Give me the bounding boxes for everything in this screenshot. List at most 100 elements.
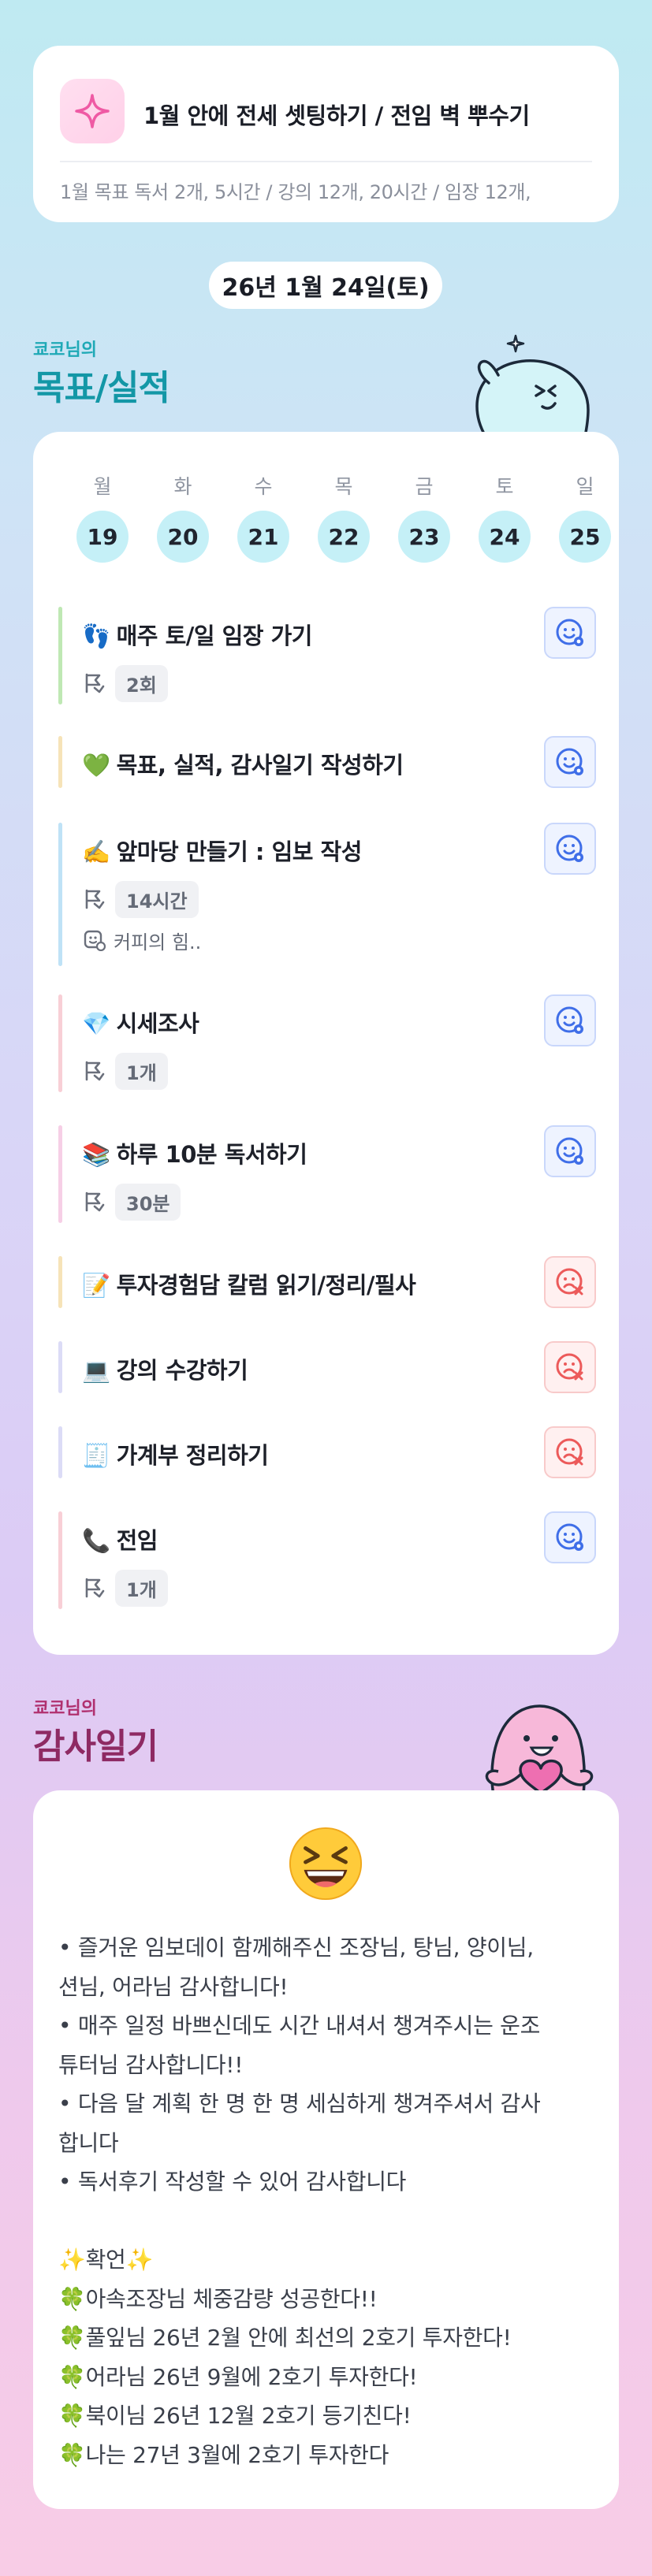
goal-result: 1개 (82, 1053, 168, 1090)
gratitude-line: 합니다 (58, 2129, 119, 2156)
flag-check-icon (82, 887, 106, 913)
date-24[interactable]: 24 (479, 511, 531, 563)
goal-memo: 커피의 힘.. (82, 927, 201, 954)
goal-item[interactable]: 💎 시세조사 1개 (58, 994, 596, 1092)
result-chip: 14시간 (115, 881, 199, 918)
goal-label: 하루 10분 독서하기 (116, 1141, 307, 1168)
goal-item[interactable]: 💚 목표, 실적, 감사일기 작성하기 (58, 736, 596, 788)
goal-title: 📞 전임 (82, 1522, 158, 1556)
goal-item[interactable]: 💻 강의 수강하기 (58, 1341, 596, 1393)
goal-item[interactable]: 🧾 가계부 정리하기 (58, 1426, 596, 1478)
goal-color-bar (58, 1511, 62, 1609)
goal-title: 📝 투자경험담 칼럼 읽기/정리/필사 (82, 1267, 416, 1300)
flag-check-icon (82, 1058, 106, 1085)
flag-check-icon (82, 1189, 106, 1216)
smile-check-icon[interactable] (544, 994, 596, 1046)
goal-color-bar (58, 1426, 62, 1478)
goal-result: 1개 (82, 1570, 168, 1607)
sad-x-icon[interactable] (544, 1256, 596, 1308)
gratitude-line: • 독서후기 작성할 수 있어 감사합니다 (58, 2169, 407, 2195)
gratitude-section-title: 감사일기 (33, 1727, 158, 1767)
goal-emoji-icon: 📞 (82, 1527, 110, 1554)
goal-label: 강의 수강하기 (116, 1357, 248, 1384)
smile-check-icon[interactable] (544, 1511, 596, 1563)
smile-check-icon[interactable] (544, 1125, 596, 1177)
sad-x-icon[interactable] (544, 1426, 596, 1478)
gratitude-line: ✨확언✨ (58, 2247, 154, 2273)
goal-emoji-icon: 💻 (82, 1357, 110, 1384)
goal-emoji-icon: 🧾 (82, 1442, 110, 1469)
result-chip: 30분 (115, 1184, 181, 1221)
result-chip: 1개 (115, 1570, 168, 1607)
goal-item[interactable]: 📞 전임 1개 (58, 1511, 596, 1609)
date-21[interactable]: 21 (237, 511, 289, 563)
goal-title: 🧾 가계부 정리하기 (82, 1437, 269, 1470)
gratitude-line: • 다음 달 계획 한 명 한 명 세심하게 챙겨주셔서 감사 (58, 2091, 541, 2117)
smile-check-icon[interactable] (544, 823, 596, 875)
gratitude-line: • 즐거운 임보데이 함께해주신 조장님, 탕님, 양이님, (58, 1935, 534, 1961)
flag-check-icon (82, 1575, 106, 1602)
goal-title: 💎 시세조사 (82, 1005, 199, 1039)
date-25[interactable]: 25 (559, 511, 611, 563)
weekday-sun: 일 (576, 475, 594, 498)
sparkle-icon (60, 79, 125, 143)
memo-face-icon (82, 927, 106, 954)
flag-check-icon (82, 671, 106, 697)
goal-emoji-icon: ✍️ (82, 838, 110, 865)
goal-color-bar (58, 994, 62, 1092)
goals-card: 월 화 수 목 금 토 일 19 20 21 22 23 24 25 👣 매주 토… (33, 432, 619, 1655)
date-22[interactable]: 22 (318, 511, 370, 563)
goals-owner-label: 쿄코님의 (33, 340, 97, 360)
weekday-fri: 금 (415, 475, 434, 498)
weekday-tue: 화 (173, 475, 192, 498)
goal-result: 2회 (82, 665, 168, 702)
weekday-sat: 토 (495, 475, 514, 498)
smile-check-icon[interactable] (544, 736, 596, 788)
goal-color-bar (58, 823, 62, 966)
date-23[interactable]: 23 (398, 511, 450, 563)
goal-title: 📚 하루 10분 독서하기 (82, 1136, 307, 1169)
goal-title: 💻 강의 수강하기 (82, 1352, 248, 1385)
goal-item[interactable]: 📚 하루 10분 독서하기 30분 (58, 1125, 596, 1223)
result-chip: 2회 (115, 665, 168, 702)
heart-ghost-mascot-icon (485, 1704, 594, 1795)
memo-text: 커피의 힘.. (114, 931, 202, 953)
weekday-mon: 월 (93, 475, 112, 498)
gratitude-line: 🍀북이님 26년 12월 2호기 등기친다! (58, 2403, 412, 2429)
ghost-mascot-icon (475, 334, 590, 437)
weekday-wed: 수 (254, 475, 273, 498)
goal-label: 매주 토/일 임장 가기 (116, 623, 313, 649)
weekday-thu: 목 (334, 475, 353, 498)
goal-title: ✍️ 앞마당 만들기 : 임보 작성 (82, 834, 362, 867)
goal-emoji-icon: 💚 (82, 752, 110, 779)
goal-label: 목표, 실적, 감사일기 작성하기 (116, 752, 404, 779)
goal-label: 가계부 정리하기 (116, 1442, 269, 1469)
date-20[interactable]: 20 (157, 511, 209, 563)
goal-emoji-icon: 💎 (82, 1010, 110, 1037)
goals-section-title: 목표/실적 (33, 368, 170, 408)
goal-item[interactable]: ✍️ 앞마당 만들기 : 임보 작성 14시간커피의 힘.. (58, 823, 596, 966)
gratitude-line: 션님, 어라님 감사합니다! (58, 1973, 289, 2000)
goal-color-bar (58, 1341, 62, 1393)
date-19[interactable]: 19 (76, 511, 129, 563)
gratitude-card: • 즐거운 임보데이 함께해주신 조장님, 탕님, 양이님, 션님, 어라님 감사… (33, 1790, 619, 2509)
monthly-goal-card: 1월 안에 전세 셋팅하기 / 전임 벽 뿌수기 1월 목표 독서 2개, 5시… (33, 46, 619, 222)
goal-result: 14시간 (82, 881, 199, 918)
grinning-squint-face-icon (289, 1827, 363, 1901)
date-pill: 26년 1월 24일(토) (209, 262, 442, 309)
gratitude-owner-label: 쿄코님의 (33, 1699, 97, 1719)
gratitude-line: 🍀나는 27년 3월에 2호기 투자한다 (58, 2441, 389, 2468)
goal-emoji-icon: 📝 (82, 1272, 110, 1299)
goal-result: 30분 (82, 1184, 181, 1221)
monthly-goal-subtitle: 1월 목표 독서 2개, 5시간 / 강의 12개, 20시간 / 임장 12개… (60, 181, 531, 203)
goal-color-bar (58, 1256, 62, 1308)
divider (60, 161, 592, 162)
smile-check-icon[interactable] (544, 607, 596, 659)
sad-x-icon[interactable] (544, 1341, 596, 1393)
goal-item[interactable]: 👣 매주 토/일 임장 가기 2회 (58, 607, 596, 704)
gratitude-line: 🍀풀잎님 26년 2월 안에 최선의 2호기 투자한다! (58, 2325, 512, 2351)
gratitude-line: 🍀아속조장님 체중감량 성공한다!! (58, 2285, 378, 2312)
goal-label: 투자경험담 칼럼 읽기/정리/필사 (116, 1272, 416, 1299)
goal-item[interactable]: 📝 투자경험담 칼럼 읽기/정리/필사 (58, 1256, 596, 1308)
gratitude-line: 🍀어라님 26년 9월에 2호기 투자한다! (58, 2363, 418, 2390)
